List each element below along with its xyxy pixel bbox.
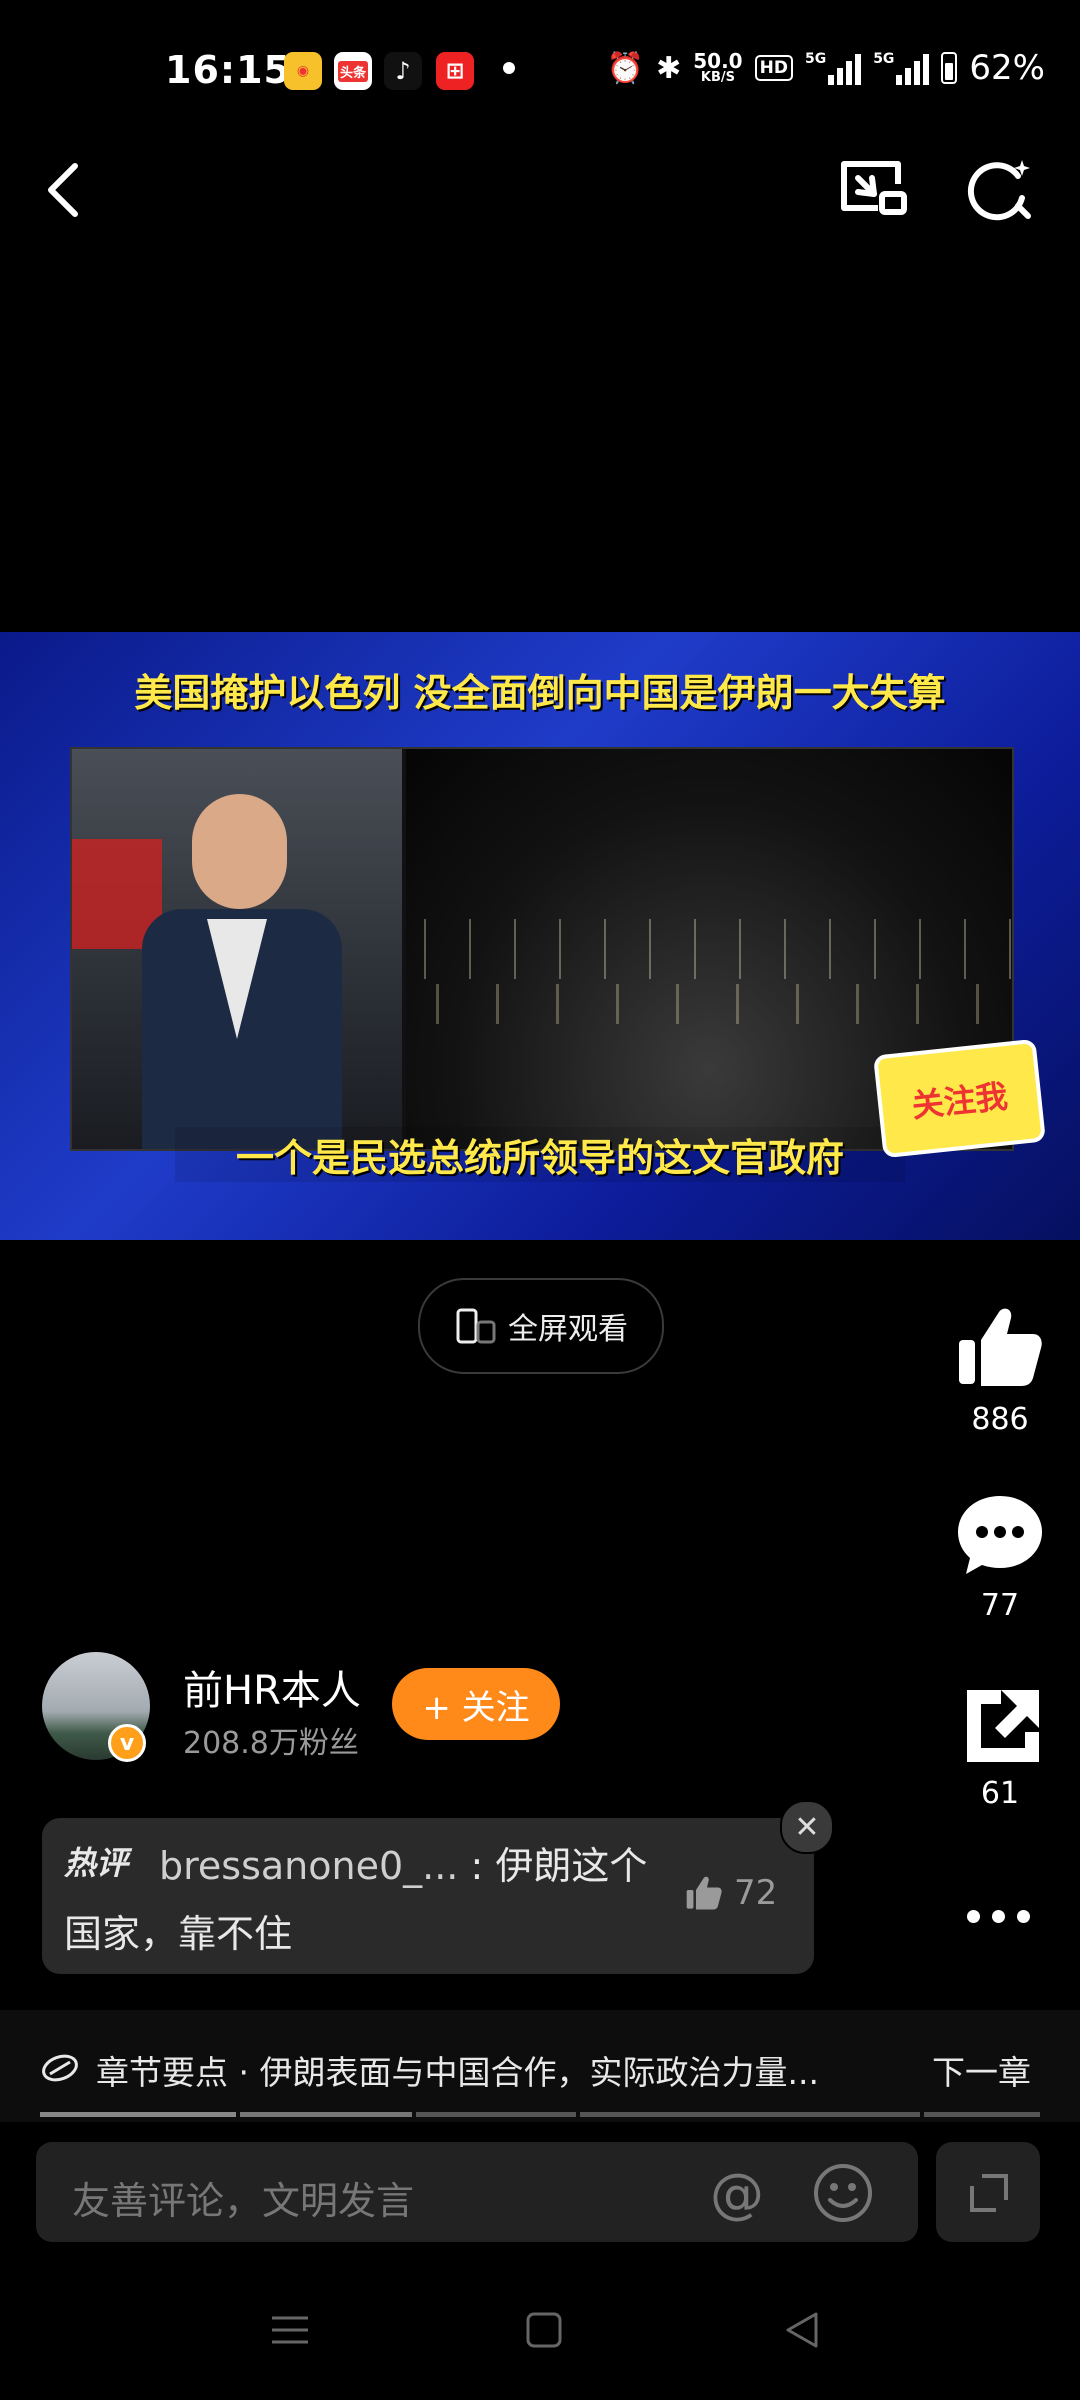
net-speed-unit: KB/S: [700, 70, 735, 85]
fullscreen-button[interactable]: 全屏观看: [418, 1278, 664, 1374]
progress-segment[interactable]: [240, 2112, 412, 2117]
home-nav-icon[interactable]: [524, 2310, 564, 2350]
signal-1-icon: 5G: [804, 51, 862, 85]
like-button[interactable]: 886: [945, 1302, 1055, 1437]
video-headline: 美国掩护以色列 没全面倒向中国是伊朗一大失算: [134, 671, 946, 715]
progress-segment[interactable]: [40, 2112, 236, 2117]
expand-icon: [970, 2174, 1008, 2212]
hot-comment-user[interactable]: bressanone0_...: [159, 1844, 458, 1888]
progress-segment[interactable]: [416, 2112, 576, 2117]
back-button[interactable]: [25, 150, 105, 230]
toutiao-label: 头条: [337, 60, 368, 82]
net-speed-value: 50.0: [693, 49, 743, 73]
pip-icon: [841, 161, 907, 215]
status-indicators: ⏰ ✱ 50.0 KB/S HD 5G 5G 62%: [607, 48, 1045, 88]
mention-icon[interactable]: @: [708, 2162, 766, 2225]
comment-input[interactable]: 友善评论，文明发言 @: [36, 2142, 918, 2242]
status-time: 16:15: [165, 48, 291, 92]
thumbs-up-icon: [686, 1876, 722, 1910]
comment-input-placeholder: 友善评论，文明发言: [72, 2179, 415, 2223]
alarm-icon: ⏰: [606, 50, 645, 86]
more-icon: [966, 1909, 1030, 1923]
close-icon: ✕: [794, 1809, 820, 1845]
rotate-screen-icon: [456, 1308, 496, 1344]
battery-percent: 62%: [969, 48, 1045, 88]
menu-nav-icon[interactable]: [268, 2310, 312, 2350]
signal-1-label: 5G: [804, 51, 827, 67]
hot-comment-like-count: 72: [734, 1873, 778, 1913]
back-arrow-icon: [48, 163, 78, 217]
chapter-bar[interactable]: 章节要点 · 伊朗表面与中国合作，实际政治力量... 下一章: [0, 2010, 1080, 2122]
video-person-panel: [72, 749, 402, 1149]
video-subtitle: 一个是民选总统所领导的这文官政府: [175, 1127, 905, 1182]
chapter-icon: [42, 2054, 78, 2082]
status-bar: 16:15 ◉ 头条 ♪ ⊞ ⏰ ✱ 50.0 KB/S HD 5G 5G 62…: [0, 0, 1080, 140]
tiktok-icon: ♪: [384, 52, 422, 90]
hot-comment-like-button[interactable]: 72: [684, 1873, 777, 1913]
more-button[interactable]: [958, 1898, 1038, 1934]
comment-count: 77: [980, 1588, 1020, 1623]
video-player[interactable]: 美国掩护以色列 没全面倒向中国是伊朗一大失算 一个是民选总统所领导的这文官政府 …: [0, 632, 1080, 1240]
search-button[interactable]: [960, 150, 1040, 230]
bluetooth-icon: ✱: [656, 50, 682, 86]
video-follow-stamp: 关注我: [873, 1038, 1046, 1159]
toutiao-icon: 头条: [334, 52, 372, 90]
share-icon: [967, 1690, 1039, 1762]
progress-segment[interactable]: [924, 2112, 1040, 2117]
comment-bubble-icon: [958, 1496, 1042, 1574]
share-count: 61: [980, 1776, 1020, 1811]
author-fans-count: 208.8万粉丝: [183, 1726, 359, 1761]
signal-2-label: 5G: [873, 51, 895, 67]
chapter-summary: 章节要点 · 伊朗表面与中国合作，实际政治力量...: [96, 2053, 819, 2092]
picture-in-picture-button[interactable]: [832, 150, 912, 230]
hot-comment-card[interactable]: 热评 bressanone0_... : 伊朗这个国家，靠不住 72: [42, 1818, 814, 1974]
video-frame: [70, 747, 1014, 1151]
search-icon: [967, 160, 1031, 221]
pinduoduo-icon: ⊞: [436, 52, 474, 90]
close-hot-comment-button[interactable]: ✕: [780, 1800, 834, 1854]
fullscreen-label: 全屏观看: [508, 1312, 628, 1347]
author-name[interactable]: 前HR本人: [183, 1658, 361, 1716]
verified-badge-icon: v: [108, 1724, 146, 1762]
hd-icon: HD: [754, 55, 793, 81]
like-count: 886: [971, 1402, 1029, 1437]
share-button[interactable]: 61: [945, 1686, 1055, 1811]
signal-2-icon: 5G: [873, 51, 930, 85]
battery-icon: [941, 52, 958, 84]
net-speed: 50.0 KB/S: [693, 51, 742, 85]
back-nav-icon[interactable]: [780, 2310, 824, 2350]
comment-button[interactable]: 77: [945, 1492, 1055, 1623]
thumbs-up-icon: [959, 1308, 1042, 1386]
notification-dot-icon: [503, 62, 515, 74]
expand-comments-button[interactable]: [936, 2142, 1040, 2242]
emoji-icon: [814, 2164, 872, 2222]
follow-button[interactable]: + 关注: [392, 1668, 560, 1740]
hot-comment-body: bressanone0_... : 伊朗这个国家，靠不住: [64, 1832, 684, 1968]
next-chapter-button[interactable]: 下一章: [932, 2046, 1031, 2094]
weibo-icon: ◉: [284, 52, 322, 90]
progress-segment[interactable]: [580, 2112, 920, 2117]
